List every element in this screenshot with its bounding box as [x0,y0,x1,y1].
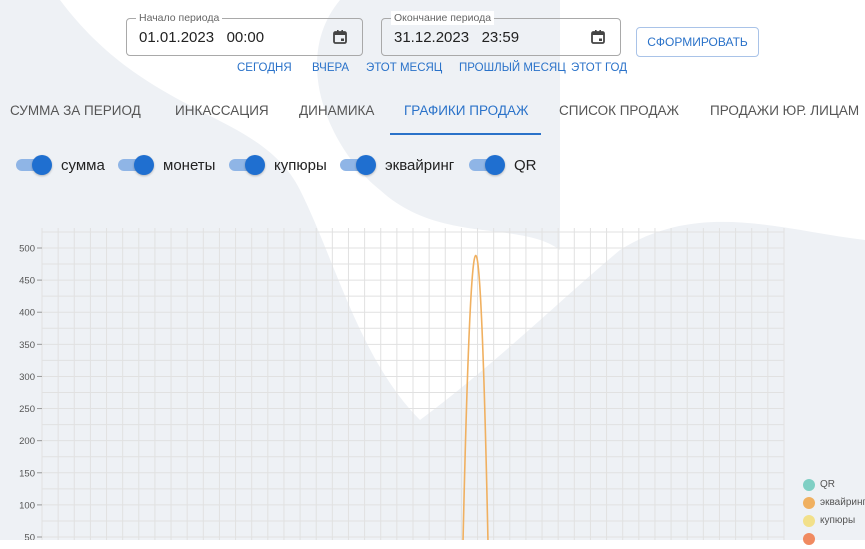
legend-dot-acquiring [803,497,815,509]
legend-dot-banknotes [803,515,815,527]
y-tick-label: 350 [19,340,35,351]
legend-dot-qr [803,479,815,491]
legend-label-acquiring: эквайринг [820,497,865,508]
y-tick-label: 400 [19,308,35,319]
y-tick-label: 500 [19,244,35,255]
sales-chart: 50 100 150 200 250 300 350 400 450 500 [19,228,785,541]
y-tick-label: 50 [24,533,35,541]
legend-dot-next [803,533,815,545]
y-tick-label: 450 [19,276,35,287]
series-line-acquiring [462,254,489,540]
y-tick-label: 100 [19,500,35,511]
y-tick-label: 150 [19,468,35,479]
legend-label-qr: QR [820,479,835,490]
legend-label-banknotes: купюры [820,515,856,526]
y-tick-label: 300 [19,372,35,383]
y-tick-label: 200 [19,436,35,447]
y-tick-label: 250 [19,404,35,415]
